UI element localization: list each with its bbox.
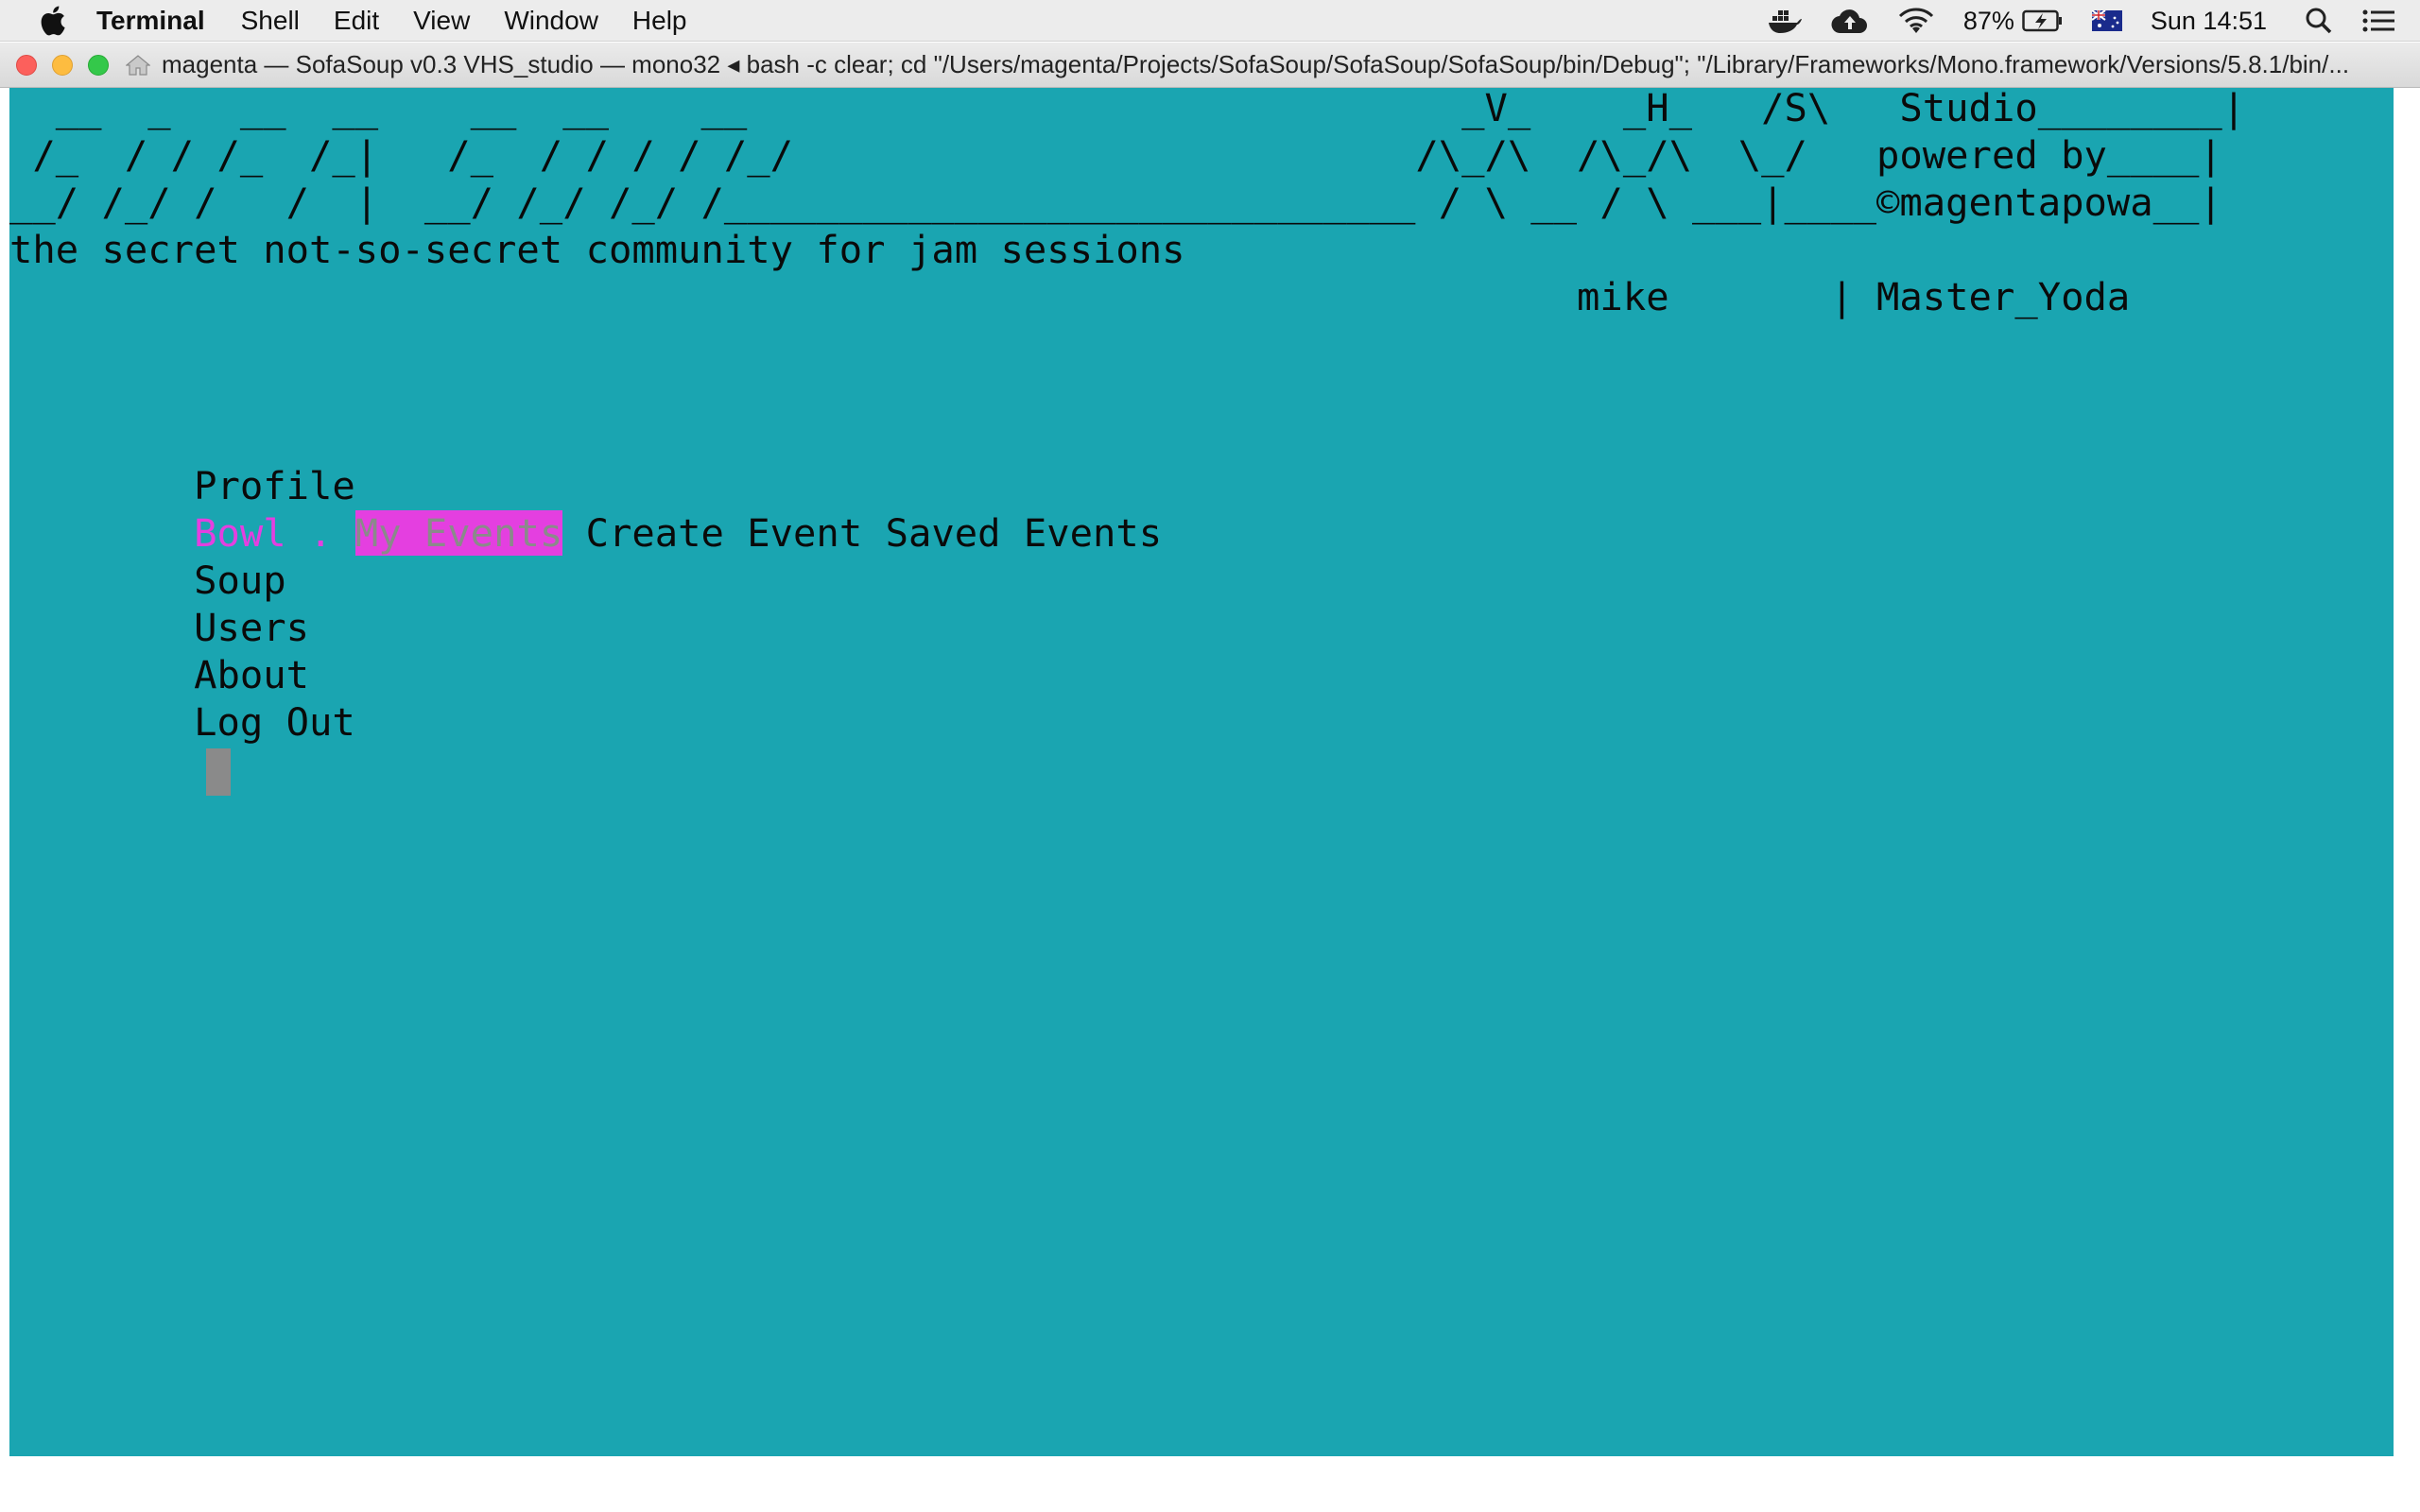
window-title: magenta — SofaSoup v0.3 VHS_studio — mon… — [162, 50, 2350, 78]
menu-soup[interactable]: Soup — [9, 557, 286, 604]
clock[interactable]: Sun 14:51 — [2151, 7, 2267, 36]
terminal-cursor — [206, 748, 231, 796]
battery-percent: 87% — [1962, 6, 2014, 35]
window-minimize-button[interactable] — [52, 54, 73, 76]
spotlight-search-icon[interactable] — [2305, 0, 2333, 42]
apple-menu-icon[interactable] — [38, 4, 68, 38]
window-zoom-button[interactable] — [88, 54, 109, 76]
window-titlebar[interactable]: magenta — SofaSoup v0.3 VHS_studio — mon… — [0, 43, 2420, 88]
menu-users-label: Users — [194, 605, 309, 650]
wifi-icon[interactable] — [1897, 0, 1935, 42]
menu-window[interactable]: Window — [504, 6, 598, 36]
menu-about-label: About — [194, 652, 309, 697]
notification-center-icon[interactable] — [2361, 0, 2395, 42]
menu-profile-label: Profile — [194, 463, 355, 508]
battery-charging-icon[interactable] — [2022, 0, 2064, 42]
menu-users[interactable]: Users — [9, 604, 309, 651]
flag-au-icon[interactable] — [2091, 0, 2122, 42]
menu-soup-label: Soup — [194, 558, 286, 603]
menu-profile[interactable]: Profile — [9, 462, 355, 509]
banner-line-3: __/ /_/ / / | __/ /_/ /_/ /_____________… — [9, 180, 2222, 225]
home-folder-icon — [124, 51, 152, 79]
submenu-my-events-selected[interactable]: My Events — [354, 510, 563, 556]
menu-indent — [9, 510, 194, 556]
menu-bar: Terminal Shell Edit View Window Help 87%… — [0, 0, 2420, 42]
menu-indent — [9, 558, 194, 603]
cloud-upload-icon[interactable] — [1831, 0, 1869, 42]
menu-bowl-row[interactable]: Bowl . My Events Create Event Saved Even… — [9, 509, 1162, 557]
menu-app-terminal[interactable]: Terminal — [96, 6, 205, 36]
window-close-button[interactable] — [16, 54, 37, 76]
docker-icon[interactable] — [1767, 0, 1803, 42]
menu-bowl-label[interactable]: Bowl . — [194, 510, 355, 556]
tagline: the secret not-so-secret community for j… — [9, 227, 1185, 272]
terminal-content[interactable]: __ _ __ __ __ __ __ _V_ _H_ /S\ Studio__… — [9, 88, 2394, 1456]
window-bottom-edge — [0, 1457, 2420, 1512]
menu-shell[interactable]: Shell — [241, 6, 300, 36]
menu-view[interactable]: View — [413, 6, 470, 36]
menu-edit[interactable]: Edit — [334, 6, 379, 36]
menu-help[interactable]: Help — [632, 6, 687, 36]
banner-line-1: __ _ __ __ __ __ __ _V_ _H_ /S\ Studio__… — [9, 88, 2246, 130]
user-line: mike | Master_Yoda — [9, 274, 2131, 319]
banner-line-2: /_ / / /_ /_| /_ / / / / /_/ /\_/\ /\_/\… — [9, 132, 2222, 178]
menu-indent — [9, 652, 194, 697]
menu-about[interactable]: About — [9, 651, 309, 698]
menu-indent — [9, 699, 194, 745]
menu-indent — [9, 463, 194, 508]
menu-indent — [9, 605, 194, 650]
menu-logout[interactable]: Log Out — [9, 698, 355, 746]
menu-logout-label: Log Out — [194, 699, 355, 745]
status-area: 87% Sun 14:51 — [1767, 0, 2420, 42]
submenu-create-saved-events[interactable]: Create Event Saved Events — [562, 510, 1163, 556]
